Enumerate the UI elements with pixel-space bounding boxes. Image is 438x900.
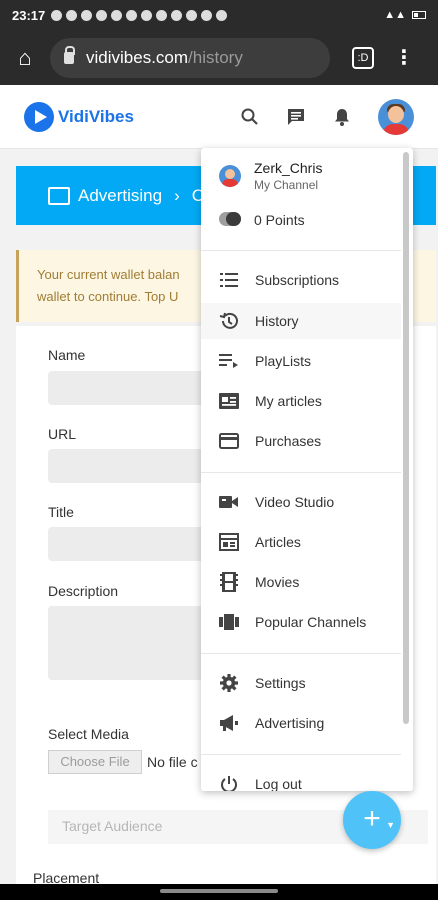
channels-icon bbox=[219, 612, 239, 632]
articles-icon bbox=[219, 532, 239, 552]
address-bar[interactable]: vidivibes.com/history bbox=[50, 37, 330, 78]
name-label: Name bbox=[48, 347, 86, 363]
credit-card-icon bbox=[219, 431, 239, 451]
title-label: Title bbox=[48, 504, 74, 520]
username: Zerk_Chris bbox=[254, 160, 323, 176]
messages-icon[interactable] bbox=[286, 107, 306, 127]
menu-item-settings[interactable]: Settings bbox=[201, 665, 401, 701]
menu-item-advertising[interactable]: Advertising bbox=[201, 705, 401, 741]
menu-item-movies[interactable]: Movies bbox=[201, 564, 401, 600]
menu-item-label: Subscriptions bbox=[255, 272, 340, 288]
menu-item-label: Advertising bbox=[255, 715, 325, 731]
menu-item-label: Log out bbox=[255, 776, 302, 791]
menu-item-label: Settings bbox=[255, 675, 306, 691]
notification-icons bbox=[51, 9, 228, 21]
menu-item-label: My articles bbox=[255, 393, 322, 409]
system-icons: ▲▲ bbox=[384, 9, 426, 21]
description-label: Description bbox=[48, 583, 119, 599]
menu-user-section[interactable]: Zerk_Chris My Channel 0 Points bbox=[201, 148, 401, 250]
browser-toolbar: ⌂ vidivibes.com/history :D ⋮ bbox=[0, 30, 438, 85]
video-studio-icon bbox=[219, 492, 239, 512]
breadcrumb-section[interactable]: Advertising bbox=[78, 186, 162, 206]
menu-item-subscriptions[interactable]: Subscriptions bbox=[201, 262, 401, 298]
menu-item-label: History bbox=[255, 313, 299, 329]
no-file-text: No file c bbox=[147, 754, 198, 770]
menu-item-video-studio[interactable]: Video Studio bbox=[201, 484, 401, 520]
url-host: vidivibes.com bbox=[86, 47, 189, 67]
menu-divider bbox=[201, 472, 401, 473]
menu-item-articles[interactable]: Articles bbox=[201, 524, 401, 560]
battery-icon bbox=[412, 11, 426, 19]
subscriptions-icon bbox=[219, 270, 239, 290]
home-icon[interactable]: ⌂ bbox=[12, 45, 38, 71]
logo-play-icon bbox=[24, 101, 54, 132]
menu-item-purchases[interactable]: Purchases bbox=[201, 423, 401, 459]
system-nav-bar bbox=[0, 884, 438, 900]
points-text: 0 Points bbox=[254, 212, 305, 228]
notifications-bell-icon[interactable] bbox=[332, 107, 352, 127]
signal-icon: ▲▲ bbox=[384, 9, 406, 21]
megaphone-icon bbox=[219, 713, 239, 733]
menu-item-label: Movies bbox=[255, 574, 300, 590]
movies-icon bbox=[219, 572, 239, 592]
site-logo[interactable]: VidiVibes bbox=[24, 101, 134, 132]
description-textarea[interactable] bbox=[48, 606, 218, 680]
search-icon[interactable] bbox=[240, 107, 260, 127]
tab-switcher-button[interactable]: :D bbox=[352, 46, 374, 69]
menu-item-popular-channels[interactable]: Popular Channels bbox=[201, 604, 401, 640]
url-path: /history bbox=[188, 47, 243, 67]
select-media-label: Select Media bbox=[48, 726, 129, 742]
name-field[interactable] bbox=[48, 371, 218, 405]
user-avatar-button[interactable] bbox=[378, 98, 414, 135]
menu-item-label: Popular Channels bbox=[255, 614, 367, 630]
logo-text: VidiVibes bbox=[58, 106, 134, 126]
add-fab-button[interactable]: + ▼ bbox=[343, 791, 401, 849]
playlist-icon bbox=[219, 351, 239, 371]
menu-item-logout[interactable]: Log out bbox=[201, 766, 401, 791]
home-gesture-handle[interactable] bbox=[160, 889, 278, 893]
advertising-tv-icon bbox=[48, 186, 70, 205]
site-header: VidiVibes bbox=[0, 85, 438, 149]
menu-item-playlists[interactable]: PlayLists bbox=[201, 343, 401, 379]
choose-file-button[interactable]: Choose File bbox=[48, 750, 142, 774]
menu-divider bbox=[201, 754, 401, 755]
chevron-right-icon: › bbox=[174, 185, 180, 205]
menu-scrollbar[interactable] bbox=[403, 152, 409, 724]
chevron-down-icon: ▼ bbox=[386, 820, 395, 830]
status-bar: 23:17 ▲▲ bbox=[0, 0, 438, 30]
gear-icon bbox=[219, 673, 239, 693]
menu-item-label: Articles bbox=[255, 534, 301, 550]
url-label: URL bbox=[48, 426, 77, 442]
menu-item-history[interactable]: History bbox=[201, 303, 401, 339]
history-icon bbox=[219, 311, 239, 331]
clock: 23:17 bbox=[12, 7, 46, 23]
user-dropdown-menu: Zerk_Chris My Channel 0 Points Subscript… bbox=[201, 148, 413, 791]
title-field[interactable] bbox=[48, 527, 218, 561]
menu-divider bbox=[201, 250, 401, 251]
articles-card-icon bbox=[219, 391, 239, 411]
menu-item-label: Purchases bbox=[255, 433, 322, 449]
avatar bbox=[219, 165, 241, 187]
lock-icon bbox=[64, 45, 75, 64]
menu-divider bbox=[201, 653, 401, 654]
menu-item-my-articles[interactable]: My articles bbox=[201, 383, 401, 419]
menu-item-label: PlayLists bbox=[255, 353, 312, 369]
my-channel-link[interactable]: My Channel bbox=[254, 178, 318, 192]
power-icon bbox=[219, 774, 239, 791]
points-toggle-icon bbox=[219, 212, 241, 226]
browser-menu-icon[interactable]: ⋮ bbox=[394, 48, 414, 68]
url-field[interactable] bbox=[48, 449, 218, 483]
plus-icon: + bbox=[363, 802, 381, 835]
menu-item-label: Video Studio bbox=[255, 494, 335, 510]
